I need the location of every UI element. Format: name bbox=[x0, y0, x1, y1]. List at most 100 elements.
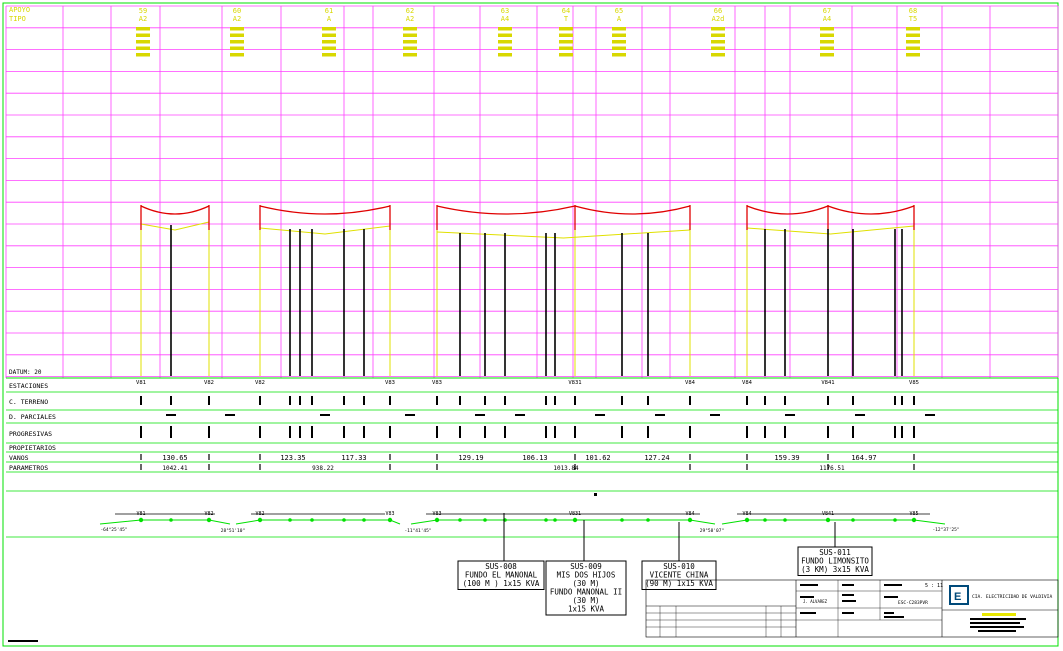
support-type: A4 bbox=[501, 15, 509, 23]
terrain-tick bbox=[689, 396, 691, 405]
partial-mark bbox=[855, 414, 865, 416]
station-label: V83 bbox=[385, 380, 395, 386]
terrain-tick bbox=[459, 396, 461, 405]
support-number: 61 bbox=[325, 7, 333, 15]
substation-detail: (100 M ) 1x15 KVA bbox=[463, 579, 540, 588]
plan-node bbox=[744, 517, 750, 523]
support-type: T5 bbox=[909, 15, 917, 23]
terrain-tick bbox=[554, 396, 556, 405]
support-spec-mark bbox=[612, 33, 626, 37]
plan-node bbox=[851, 518, 855, 522]
row-label-parametros: PARAMETROS bbox=[9, 464, 48, 472]
progressive-tick bbox=[913, 426, 915, 438]
support-spec-mark bbox=[711, 27, 725, 31]
station-label: V83 bbox=[432, 380, 442, 386]
row-label-progresivas: PROGRESIVAS bbox=[9, 430, 52, 438]
plan-line bbox=[410, 519, 716, 525]
support-type: A2 bbox=[139, 15, 147, 23]
support-spec-mark bbox=[136, 27, 150, 31]
progressive-tick bbox=[764, 426, 766, 438]
support-spec-mark bbox=[612, 46, 626, 50]
partial-mark bbox=[166, 414, 176, 416]
partial-mark bbox=[320, 414, 330, 416]
support-number: 63 bbox=[501, 7, 509, 15]
row-label-propietarios: PROPIETARIOS bbox=[9, 444, 56, 452]
vano-value: 123.35 bbox=[280, 454, 305, 462]
plan-node bbox=[763, 518, 767, 522]
support-spec-mark bbox=[820, 40, 834, 44]
terrain-tick bbox=[621, 396, 623, 405]
terrain-tick bbox=[504, 396, 506, 405]
support-header-columns: 59A260A261A62A263A464T65A66A2d67A468T5 bbox=[136, 7, 920, 57]
angle-label: -64°25'45" bbox=[100, 527, 127, 533]
plan-node bbox=[169, 518, 173, 522]
terrain-tick bbox=[311, 396, 313, 405]
terrain-tick bbox=[852, 396, 854, 405]
support-spec-mark bbox=[136, 40, 150, 44]
partial-mark bbox=[405, 414, 415, 416]
support-spec-mark bbox=[498, 46, 512, 50]
partial-mark bbox=[475, 414, 485, 416]
progressive-tick bbox=[311, 426, 313, 438]
progressive-tick bbox=[901, 426, 903, 438]
svg-text:E: E bbox=[954, 591, 961, 603]
support-type: T bbox=[564, 15, 569, 23]
progressive-tick bbox=[436, 426, 438, 438]
vano-value: 129.19 bbox=[458, 454, 483, 462]
row-label-d-parciales: D. PARCIALES bbox=[9, 413, 56, 421]
apoyo-row-label: APOYO bbox=[9, 6, 30, 14]
progressive-tick bbox=[504, 426, 506, 438]
support-spec-mark bbox=[559, 46, 573, 50]
support-number: 62 bbox=[406, 7, 414, 15]
support-spec-mark bbox=[403, 27, 417, 31]
station-label: V84 bbox=[685, 380, 696, 386]
support-spec-mark bbox=[230, 46, 244, 50]
partial-mark bbox=[225, 414, 235, 416]
station-label: V81 bbox=[136, 380, 146, 386]
vano-value: 127.24 bbox=[644, 454, 669, 462]
parametro-value: 1013.84 bbox=[553, 465, 579, 472]
conductor-line bbox=[259, 205, 391, 215]
ground-line bbox=[140, 221, 210, 231]
plan-station-label: V83 bbox=[432, 511, 441, 517]
plan-station-label: V84 bbox=[685, 511, 694, 517]
support-spec-mark bbox=[711, 46, 725, 50]
support-type: A bbox=[327, 15, 332, 23]
support-number: 65 bbox=[615, 7, 623, 15]
progressive-tick bbox=[484, 426, 486, 438]
terrain-tick bbox=[764, 396, 766, 405]
angle-label: -11°41'45" bbox=[404, 528, 431, 534]
plan-node bbox=[288, 518, 292, 522]
parametro-value: 938.22 bbox=[312, 465, 334, 472]
plan-node bbox=[553, 518, 557, 522]
support-spec-mark bbox=[322, 40, 336, 44]
plan-node bbox=[206, 517, 212, 523]
progressive-tick bbox=[140, 426, 142, 438]
progressive-tick bbox=[574, 426, 576, 438]
plan-node bbox=[646, 518, 650, 522]
angle-label: 29°58'07" bbox=[700, 528, 724, 534]
terrain-tick bbox=[259, 396, 261, 405]
support-spec-mark bbox=[322, 33, 336, 37]
support-number: 60 bbox=[233, 7, 241, 15]
support-spec-mark bbox=[498, 33, 512, 37]
support-spec-mark bbox=[230, 27, 244, 31]
plan-station-label: V831 bbox=[569, 511, 581, 517]
plan-node bbox=[783, 518, 787, 522]
progressive-tick bbox=[894, 426, 896, 438]
station-labels: V81 V82 V82 V83 V83 V831 V84 V84 V841 V85 bbox=[136, 380, 919, 386]
progressive-tick bbox=[554, 426, 556, 438]
support-spec-mark bbox=[136, 46, 150, 50]
datum-label: DATUM: 20 bbox=[9, 369, 42, 376]
terrain-tick bbox=[363, 396, 365, 405]
terrain-tick bbox=[208, 396, 210, 405]
progressive-tick bbox=[459, 426, 461, 438]
plan-node bbox=[893, 518, 897, 522]
terrain-tick bbox=[289, 396, 291, 405]
plan-node bbox=[310, 518, 314, 522]
vano-value: 106.13 bbox=[522, 454, 547, 462]
terrain-tick bbox=[389, 396, 391, 405]
support-spec-mark bbox=[322, 46, 336, 50]
support-type: A bbox=[617, 15, 622, 23]
support-number: 66 bbox=[714, 7, 722, 15]
